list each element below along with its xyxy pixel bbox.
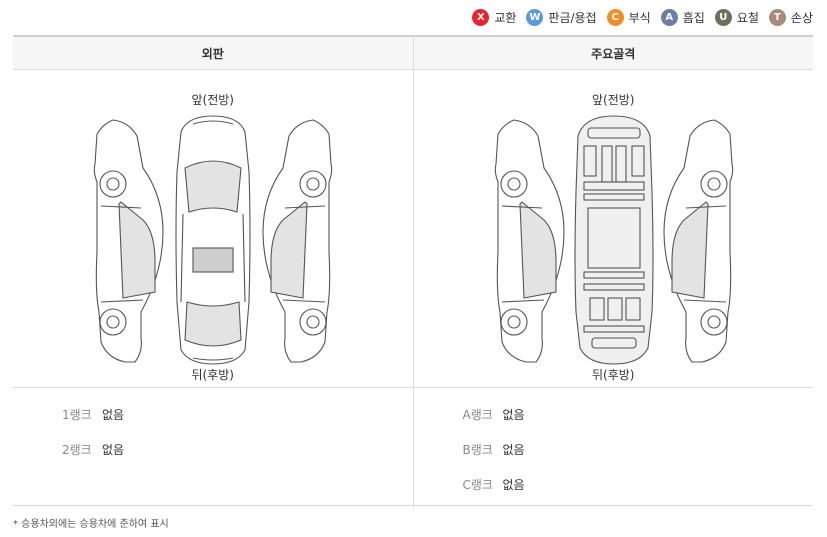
c-badge-icon: C: [606, 9, 624, 26]
list-item: 1랭크 없음: [13, 406, 413, 441]
legend-label: 손상: [790, 11, 813, 25]
list-item: 2랭크 없음: [13, 441, 413, 476]
exterior-panel: 앞(전방) 뒤(후방): [13, 70, 413, 387]
legend-item-damage: T 손상: [768, 9, 813, 26]
legend-item-exchange: X 교환: [472, 9, 516, 26]
footnote: * 승용차외에는 승용차에 준하여 표시: [13, 519, 169, 530]
front-label: 앞(전방): [592, 93, 635, 107]
legend-label: 부식: [628, 11, 651, 25]
rank-label: 2랭크: [62, 443, 92, 457]
inspection-table: 외판 주요골격 앞(전방) 뒤(후방) 앞(전방) 뒤(후방) 1랭크 없음 2…: [13, 35, 813, 508]
legend: X 교환 W 판금/용접 C 부식 A 흠집 U 요철 T 손상: [472, 9, 813, 26]
rank-value: 없음: [502, 443, 525, 457]
table-header: 외판 주요골격: [13, 37, 813, 70]
column-frame: 주요골격: [412, 37, 814, 69]
legend-item-corrosion: C 부식: [606, 9, 651, 26]
a-badge-icon: A: [660, 9, 678, 26]
rank-label: C랭크: [462, 478, 493, 492]
legend-label: 판금/용접: [548, 11, 597, 25]
exterior-ranks: 1랭크 없음 2랭크 없음: [13, 388, 413, 508]
w-badge-icon: W: [526, 9, 544, 26]
rank-value: 없음: [102, 408, 125, 422]
legend-label: 흠집: [682, 11, 705, 25]
rear-label: 뒤(후방): [592, 368, 635, 382]
u-badge-icon: U: [714, 9, 732, 26]
front-label: 앞(전방): [191, 93, 234, 107]
rank-value: 없음: [502, 478, 525, 492]
frame-panel: 앞(전방) 뒤(후방): [412, 70, 814, 387]
t-badge-icon: T: [768, 9, 786, 26]
legend-label: 요철: [736, 11, 759, 25]
rank-value: 없음: [102, 443, 125, 457]
list-item: A랭크 없음: [414, 406, 814, 441]
legend-item-dent: U 요철: [714, 9, 759, 26]
legend-item-welding: W 판금/용접: [526, 9, 597, 26]
rear-label: 뒤(후방): [191, 368, 234, 382]
rank-label: 1랭크: [62, 408, 92, 422]
rank-value: 없음: [502, 408, 525, 422]
frame-ranks: A랭크 없음 B랭크 없음 C랭크 없음: [412, 388, 814, 511]
frame-car-diagram[interactable]: [484, 112, 744, 366]
rank-label: A랭크: [462, 408, 493, 422]
rank-row: 1랭크 없음 2랭크 없음 A랭크 없음 B랭크 없음 C랭크 없음: [13, 388, 813, 508]
legend-item-scratch: A 흠집: [660, 9, 705, 26]
legend-label: 교환: [494, 11, 517, 25]
rank-label: B랭크: [462, 443, 493, 457]
list-item: B랭크 없음: [414, 441, 814, 476]
x-badge-icon: X: [472, 9, 490, 26]
exterior-car-diagram[interactable]: [83, 112, 343, 366]
column-exterior: 외판: [201, 46, 224, 61]
list-item: C랭크 없음: [414, 476, 814, 511]
diagram-row: 앞(전방) 뒤(후방) 앞(전방) 뒤(후방): [13, 70, 813, 388]
